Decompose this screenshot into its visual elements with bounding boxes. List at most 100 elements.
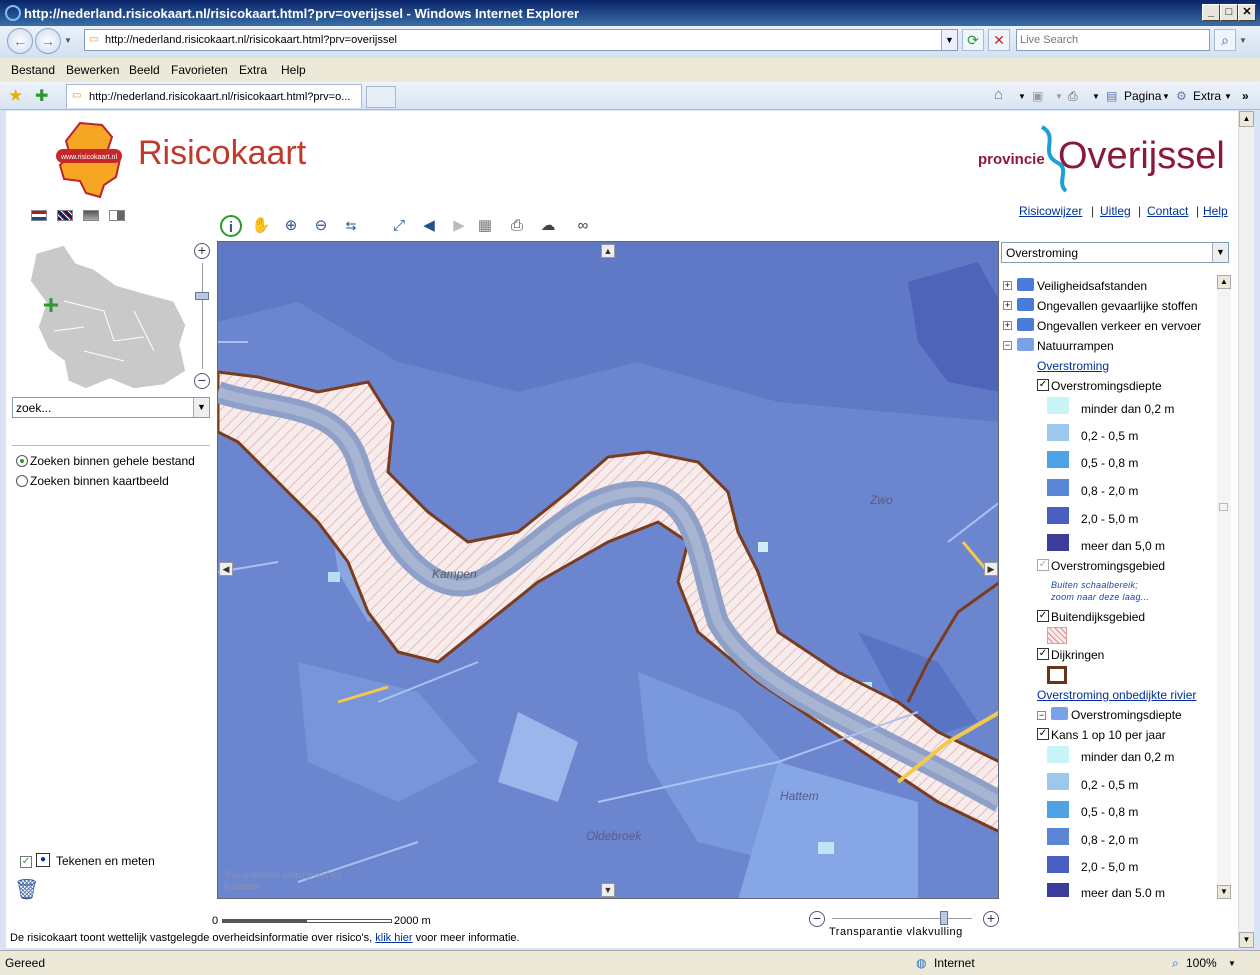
checkbox-kans-1-op-10[interactable]: ✓ <box>1037 728 1049 740</box>
print-dropdown-icon[interactable]: ▼ <box>1092 92 1100 101</box>
print-icon[interactable]: ⎙ <box>1068 89 1078 104</box>
cloud-icon[interactable]: ☁ <box>537 215 559 237</box>
draw-checkbox[interactable]: ✓ <box>20 856 32 868</box>
checkbox-buitendijksgebied[interactable]: ✓ <box>1037 610 1049 622</box>
map-view[interactable]: Kampen Hattem Oldebroek Zwo Topografisch… <box>217 241 999 899</box>
link-risicowijzer[interactable]: Risicowijzer <box>1019 204 1082 218</box>
legend-scrollbar[interactable]: ▲ ▼ <box>1217 275 1231 899</box>
feeds-icon[interactable]: ▣ <box>1032 89 1043 103</box>
menu-help[interactable]: Help <box>281 63 306 77</box>
expand-veiligheidsafstanden[interactable]: + <box>1003 281 1012 290</box>
menu-extra[interactable]: Extra <box>239 63 267 77</box>
legend-scroll-up-icon[interactable]: ▲ <box>1217 275 1231 289</box>
collapse-natuurrampen[interactable]: − <box>1003 341 1012 350</box>
checkbox-overstromingsdiepte[interactable]: ✓ <box>1037 379 1049 391</box>
footer-link[interactable]: klik hier <box>375 932 412 944</box>
search-select[interactable]: zoek... ▼ <box>12 397 210 418</box>
overview-map[interactable] <box>24 241 192 391</box>
transparency-increase-button[interactable]: + <box>983 911 999 927</box>
page-scroll-down-icon[interactable]: ▼ <box>1239 932 1254 948</box>
search-input[interactable]: Live Search <box>1016 29 1210 51</box>
search-dropdown-icon[interactable]: ▼ <box>193 398 209 417</box>
back-button[interactable]: ← <box>7 28 33 54</box>
previous-view-icon[interactable]: ◀ <box>418 215 440 237</box>
feeds-dropdown-icon[interactable]: ▼ <box>1055 92 1063 101</box>
tab-risicokaart[interactable]: ▭ http://nederland.risicokaart.nl/risico… <box>66 84 362 108</box>
trash-icon[interactable]: 🗑 <box>14 877 39 902</box>
legend-scroll-thumb[interactable] <box>1219 503 1228 511</box>
menu-favorieten[interactable]: Favorieten <box>171 63 228 77</box>
theme-select[interactable]: Overstroming ▼ <box>1001 242 1229 263</box>
search-icon[interactable]: ⌕ <box>1214 29 1236 51</box>
page-scroll-up-icon[interactable]: ▲ <box>1239 111 1254 127</box>
page-menu-dropdown-icon[interactable]: ▼ <box>1162 92 1170 101</box>
measure-tool-icon[interactable]: ⇆ <box>340 215 362 237</box>
menu-bestand[interactable]: Bestand <box>11 63 55 77</box>
dutch-flag-icon[interactable] <box>31 210 47 221</box>
pan-west-icon[interactable]: ◀ <box>219 562 233 576</box>
theme-dropdown-icon[interactable]: ▼ <box>1212 243 1228 262</box>
draw-point-icon[interactable]: ● <box>36 853 50 867</box>
group-natuurrampen[interactable]: Natuurrampen <box>1037 339 1114 353</box>
zoom-in-icon[interactable]: ⊕ <box>280 215 302 237</box>
link-chain-icon[interactable]: ∞ <box>568 215 598 237</box>
zoom-in-button[interactable]: + <box>194 243 210 259</box>
menu-bewerken[interactable]: Bewerken <box>66 63 119 77</box>
pan-east-icon[interactable]: ▶ <box>984 562 998 576</box>
zoom-slider-handle[interactable] <box>195 292 209 300</box>
sublayer-overstroming-onbedijkte-rivier[interactable]: Overstroming onbedijkte rivier <box>1037 688 1196 702</box>
forward-button[interactable]: → <box>35 28 61 54</box>
full-extent-icon[interactable]: ⤢ <box>388 215 410 237</box>
checkbox-dijkringen[interactable]: ✓ <box>1037 648 1049 660</box>
layout-mode-icon[interactable] <box>109 210 125 221</box>
pan-south-icon[interactable]: ▼ <box>601 883 615 897</box>
stop-button[interactable]: ✕ <box>988 29 1010 51</box>
add-favorite-icon[interactable]: ✚ <box>35 86 48 106</box>
next-view-icon[interactable]: ▶ <box>448 215 470 237</box>
history-dropdown-icon[interactable]: ▼ <box>64 36 72 45</box>
link-help[interactable]: Help <box>1203 204 1228 218</box>
chevron-more-icon[interactable]: » <box>1242 89 1249 103</box>
expand-ongevallen-verkeer[interactable]: + <box>1003 321 1012 330</box>
close-button[interactable]: ✕ <box>1238 4 1256 21</box>
collapse-overstromingsdiepte[interactable]: − <box>1037 711 1046 720</box>
page-scrollbar[interactable]: ▲ ▼ <box>1238 111 1254 948</box>
home-dropdown-icon[interactable]: ▼ <box>1018 92 1026 101</box>
radio-kaartbeeld[interactable] <box>16 475 28 487</box>
address-input[interactable]: http://nederland.risicokaart.nl/risicoka… <box>105 34 397 46</box>
favorites-star-icon[interactable]: ★ <box>8 86 23 106</box>
menu-beeld[interactable]: Beeld <box>129 63 160 77</box>
address-bar[interactable]: ▭ http://nederland.risicokaart.nl/risico… <box>84 29 958 51</box>
group-overstromingsdiepte[interactable]: Overstromingsdiepte <box>1071 708 1182 722</box>
link-contact[interactable]: Contact <box>1147 204 1188 218</box>
tools-dropdown-icon[interactable]: ▼ <box>1224 92 1232 101</box>
transparency-slider-handle[interactable] <box>940 911 948 925</box>
print-map-icon[interactable]: ⎙ <box>506 215 528 237</box>
radio-gehele-bestand[interactable] <box>16 455 28 467</box>
expand-ongevallen-gevaarlijke-stoffen[interactable]: + <box>1003 301 1012 310</box>
grid-icon[interactable]: ▦ <box>474 215 496 237</box>
tools-menu[interactable]: Extra <box>1193 89 1221 103</box>
maximize-button[interactable]: □ <box>1220 4 1238 21</box>
group-veiligheidsafstanden[interactable]: Veiligheidsafstanden <box>1037 279 1147 293</box>
legend-scroll-down-icon[interactable]: ▼ <box>1217 885 1231 899</box>
search-options-icon[interactable]: ▼ <box>1239 36 1247 45</box>
out-of-scale-note[interactable]: Buiten schaalbereik; zoom naar deze laag… <box>1051 579 1149 603</box>
info-tool-icon[interactable]: i <box>220 215 242 237</box>
transparency-decrease-button[interactable]: − <box>809 911 825 927</box>
zoom-out-icon[interactable]: ⊖ <box>310 215 332 237</box>
home-icon[interactable]: ⌂ <box>994 86 1003 103</box>
zoom-out-button[interactable]: − <box>194 373 210 389</box>
checkbox-overstromingsgebied[interactable]: ✓ <box>1037 559 1049 571</box>
new-tab-button[interactable] <box>366 86 396 108</box>
address-dropdown-icon[interactable]: ▼ <box>941 30 957 50</box>
zoom-dropdown-icon[interactable]: ▼ <box>1228 959 1236 968</box>
sublayer-overstroming[interactable]: Overstroming <box>1037 359 1109 373</box>
minimize-button[interactable]: _ <box>1202 4 1220 21</box>
status-zoom[interactable]: 100% <box>1186 956 1217 970</box>
link-uitleg[interactable]: Uitleg <box>1100 204 1131 218</box>
pan-north-icon[interactable]: ▲ <box>601 244 615 258</box>
page-menu[interactable]: Pagina <box>1124 89 1161 103</box>
pan-hand-icon[interactable]: ✋ <box>250 215 272 237</box>
group-ongevallen-verkeer[interactable]: Ongevallen verkeer en vervoer <box>1037 319 1201 333</box>
